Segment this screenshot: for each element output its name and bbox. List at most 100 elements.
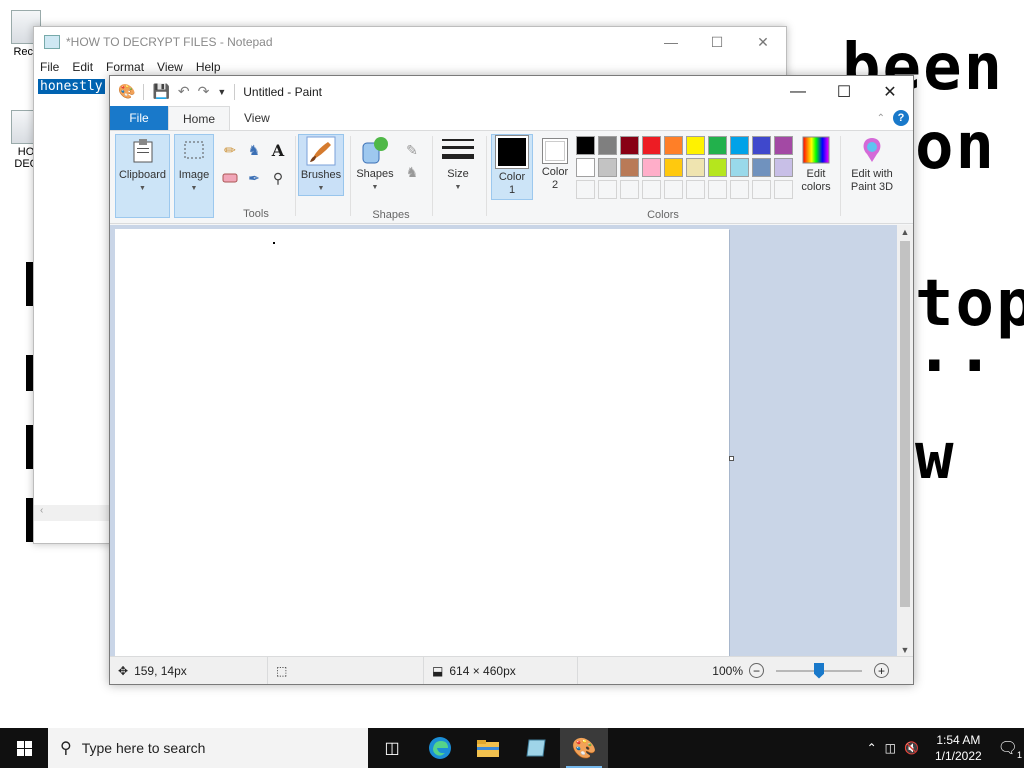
cursor-position: 159, 14px xyxy=(134,663,187,678)
brushes-button[interactable]: Brushes ▼ xyxy=(298,134,344,196)
shapes-label: Shapes xyxy=(356,168,394,180)
paint-titlebar[interactable]: 🎨 💾 ↶ ↷ ▼ Untitled - Paint — ☐ ✕ xyxy=(110,76,913,107)
maximize-icon[interactable]: ☐ xyxy=(694,34,740,51)
palette-swatch[interactable] xyxy=(620,158,639,177)
customize-toolbar-icon[interactable]: ▼ xyxy=(217,87,226,97)
clipboard-button[interactable]: Clipboard ▼ xyxy=(115,134,170,218)
collapse-ribbon-icon[interactable]: ⌃ xyxy=(877,113,885,124)
palette-swatch[interactable] xyxy=(664,136,683,155)
scroll-up-icon[interactable]: ▲ xyxy=(897,227,913,237)
palette-swatch[interactable] xyxy=(752,136,771,155)
scroll-down-icon[interactable]: ▼ xyxy=(897,645,913,655)
palette-swatch-empty[interactable] xyxy=(642,180,661,199)
palette-swatch-empty[interactable] xyxy=(774,180,793,199)
taskbar-search[interactable]: ⚲ Type here to search xyxy=(48,728,368,768)
image-button[interactable]: Image ▼ xyxy=(174,134,214,218)
palette-swatch[interactable] xyxy=(598,136,617,155)
divider xyxy=(840,136,841,216)
palette-swatch[interactable] xyxy=(642,158,661,177)
palette-swatch[interactable] xyxy=(686,136,705,155)
palette-swatch-empty[interactable] xyxy=(620,180,639,199)
show-hidden-icons-icon[interactable]: ⌃ xyxy=(867,741,877,755)
paint-app-icon[interactable]: 🎨 xyxy=(118,83,135,100)
palette-swatch[interactable] xyxy=(752,158,771,177)
palette-swatch[interactable] xyxy=(774,158,793,177)
close-icon[interactable]: ✕ xyxy=(740,34,786,51)
size-button[interactable]: Size ▼ xyxy=(438,134,478,196)
fill-icon[interactable]: ♞ xyxy=(244,140,264,160)
pencil-icon[interactable]: ✏ xyxy=(220,140,240,160)
menu-edit[interactable]: Edit xyxy=(72,60,93,74)
palette-swatch-empty[interactable] xyxy=(708,180,727,199)
zoom-slider-thumb[interactable] xyxy=(814,662,824,679)
zoom-in-button[interactable]: + xyxy=(874,663,889,678)
paint-window[interactable]: 🎨 💾 ↶ ↷ ▼ Untitled - Paint — ☐ ✕ File Ho… xyxy=(109,75,914,685)
zoom-slider[interactable] xyxy=(776,662,862,679)
scroll-left-icon[interactable]: ‹ xyxy=(40,505,43,516)
vertical-scrollbar[interactable]: ▲ ▼ xyxy=(897,225,913,657)
resize-handle[interactable] xyxy=(729,456,734,461)
menu-file[interactable]: File xyxy=(40,60,59,74)
shape-fill-icon[interactable]: ♞ xyxy=(400,162,424,182)
minimize-icon[interactable]: — xyxy=(648,34,694,51)
edit-colors-button[interactable]: Edit colors xyxy=(798,134,834,200)
clock[interactable]: 1:54 AM 1/1/2022 xyxy=(927,732,990,764)
eraser-icon[interactable] xyxy=(220,168,240,188)
volume-muted-icon[interactable]: 🔇 xyxy=(904,741,919,755)
undo-icon[interactable]: ↶ xyxy=(178,83,190,100)
redo-icon[interactable]: ↷ xyxy=(198,83,210,100)
file-explorer-button[interactable] xyxy=(464,728,512,768)
text-icon[interactable]: A xyxy=(268,140,288,160)
tab-file[interactable]: File xyxy=(110,106,168,130)
menu-view[interactable]: View xyxy=(157,60,183,74)
palette-swatch[interactable] xyxy=(620,136,639,155)
notepad-titlebar[interactable]: *HOW TO DECRYPT FILES - Notepad — ☐ ✕ xyxy=(34,27,786,57)
notepad-selected-text[interactable]: honestly xyxy=(38,79,105,94)
zoom-out-button[interactable]: − xyxy=(749,663,764,678)
edit-paint3d-button[interactable]: Edit with Paint 3D xyxy=(844,134,900,200)
palette-swatch[interactable] xyxy=(730,158,749,177)
edge-button[interactable] xyxy=(416,728,464,768)
tab-home[interactable]: Home xyxy=(168,106,231,130)
palette-swatch[interactable] xyxy=(642,136,661,155)
tab-view[interactable]: View xyxy=(230,106,284,130)
minimize-icon[interactable]: — xyxy=(775,76,821,107)
palette-swatch[interactable] xyxy=(774,136,793,155)
save-icon[interactable]: 💾 xyxy=(152,83,169,100)
horizontal-scrollbar[interactable]: ‹ xyxy=(34,505,110,521)
palette-swatch[interactable] xyxy=(730,136,749,155)
color2-button[interactable]: Color 2 xyxy=(537,134,573,200)
menu-format[interactable]: Format xyxy=(106,60,144,74)
notification-icon[interactable]: 🗨 1 xyxy=(998,738,1022,760)
palette-swatch[interactable] xyxy=(576,158,595,177)
palette-swatch[interactable] xyxy=(576,136,595,155)
palette-swatch-empty[interactable] xyxy=(686,180,705,199)
menu-help[interactable]: Help xyxy=(196,60,221,74)
maximize-icon[interactable]: ☐ xyxy=(821,76,867,107)
outline-icon[interactable]: ✎ xyxy=(400,140,424,160)
help-icon[interactable]: ? xyxy=(893,110,909,126)
palette-swatch-empty[interactable] xyxy=(576,180,595,199)
close-icon[interactable]: ✕ xyxy=(867,76,913,107)
drawing-canvas[interactable] xyxy=(115,229,729,657)
start-button[interactable] xyxy=(0,728,48,768)
shapes-button[interactable]: Shapes ▼ xyxy=(354,134,396,196)
palette-swatch-empty[interactable] xyxy=(598,180,617,199)
shapes-group-label: Shapes xyxy=(372,209,410,221)
scrollbar-thumb[interactable] xyxy=(900,241,910,607)
palette-swatch-empty[interactable] xyxy=(730,180,749,199)
network-icon[interactable]: ◫ xyxy=(885,741,896,755)
paint-taskbar-button[interactable]: 🎨 xyxy=(560,728,608,768)
palette-swatch-empty[interactable] xyxy=(752,180,771,199)
notepad-taskbar-button[interactable] xyxy=(512,728,560,768)
palette-swatch[interactable] xyxy=(708,136,727,155)
palette-swatch[interactable] xyxy=(598,158,617,177)
color-picker-icon[interactable]: ✒ xyxy=(244,168,264,188)
palette-swatch[interactable] xyxy=(664,158,683,177)
palette-swatch-empty[interactable] xyxy=(664,180,683,199)
task-view-button[interactable]: ◫ xyxy=(368,728,416,768)
magnifier-icon[interactable]: ⚲ xyxy=(268,168,288,188)
palette-swatch[interactable] xyxy=(708,158,727,177)
color1-button[interactable]: Color 1 xyxy=(491,134,533,200)
palette-swatch[interactable] xyxy=(686,158,705,177)
